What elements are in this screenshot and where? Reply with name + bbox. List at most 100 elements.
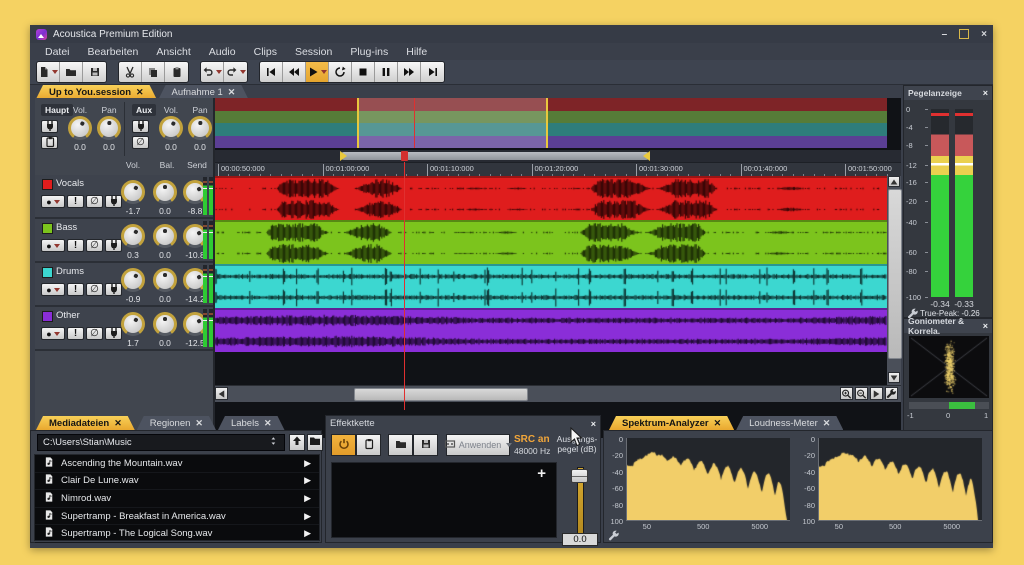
tab-close-icon[interactable]: ✕	[714, 418, 722, 429]
scroll-up-button[interactable]	[888, 176, 900, 187]
file-row[interactable]: Supertramp - Breakfast in America.wav ▶	[35, 508, 319, 526]
output-level-value[interactable]: 0.0	[562, 533, 598, 546]
drums-clip[interactable]	[215, 264, 887, 308]
maximize-button[interactable]	[959, 29, 970, 39]
tab-aufnahme-1[interactable]: Aufnahme 1 ✕	[159, 85, 249, 99]
close-icon[interactable]: ×	[983, 88, 988, 98]
knob[interactable]	[121, 312, 145, 336]
rewind-button[interactable]	[283, 62, 306, 82]
play-button[interactable]	[306, 62, 329, 82]
track-color-swatch[interactable]	[42, 311, 53, 322]
horizontal-scroll-thumb[interactable]	[354, 388, 528, 401]
tab-close-icon[interactable]: ✕	[228, 87, 236, 98]
file-row[interactable]: Ascending the Mountain.wav ▶	[35, 455, 319, 473]
tab-close-icon[interactable]: ✕	[264, 418, 272, 429]
time-ruler[interactable]: 00:00:50:000 00:01:00:000 00:01:10:000 00:0…	[215, 162, 901, 177]
vertical-scrollbar[interactable]	[887, 176, 902, 385]
file-row[interactable]: Nimrod.wav ▶	[35, 490, 319, 508]
master-clipboard-button[interactable]	[41, 136, 58, 149]
effect-chain-area[interactable]: +	[331, 462, 557, 538]
loop-region-bar[interactable]	[340, 152, 650, 160]
close-button[interactable]: ×	[981, 29, 987, 40]
skip-end-button[interactable]	[421, 62, 444, 82]
spinner-icon[interactable]	[270, 435, 279, 450]
menu-hilfe[interactable]: Hilfe	[397, 46, 436, 58]
file-row[interactable]: Clair De Lune.wav ▶	[35, 473, 319, 491]
scroll-right-button[interactable]	[870, 387, 883, 400]
file-row[interactable]: Supertramp - The Logical Song.wav ▶	[35, 525, 319, 543]
vertical-scroll-thumb[interactable]	[888, 189, 902, 359]
preview-play-button[interactable]: ▶	[304, 475, 311, 486]
knob[interactable]	[121, 180, 145, 204]
track-record-button[interactable]: ●	[41, 195, 65, 208]
loop-end-handle[interactable]	[643, 151, 650, 161]
menu-clips[interactable]: Clips	[245, 46, 286, 58]
fx-save-button[interactable]	[413, 434, 438, 456]
track-no-entry-button[interactable]: ∅	[86, 195, 103, 208]
menu-plug-ins[interactable]: Plug-ins	[341, 46, 397, 58]
track-record-button[interactable]: ●	[41, 239, 65, 252]
redo-button[interactable]	[224, 62, 247, 82]
other-clip[interactable]	[215, 308, 887, 352]
aux-no-entry-button[interactable]: ∅	[132, 136, 149, 149]
track-color-swatch[interactable]	[42, 179, 53, 190]
knob[interactable]	[97, 116, 121, 140]
knob[interactable]	[188, 116, 212, 140]
menu-datei[interactable]: Datei	[36, 46, 79, 58]
track-exclaim-button[interactable]: !	[67, 327, 84, 340]
stop-button[interactable]	[352, 62, 375, 82]
menu-session[interactable]: Session	[286, 46, 341, 58]
tab-close-icon[interactable]: ✕	[195, 418, 203, 429]
preview-play-button[interactable]: ▶	[304, 528, 311, 539]
track-no-entry-button[interactable]: ∅	[86, 327, 103, 340]
session-overview[interactable]	[215, 98, 887, 148]
menu-audio[interactable]: Audio	[200, 46, 245, 58]
knob[interactable]	[153, 180, 177, 204]
tab-loudness-meter[interactable]: Loudness-Meter ✕	[736, 416, 843, 430]
close-icon[interactable]: ×	[983, 321, 988, 331]
track-exclaim-button[interactable]: !	[67, 195, 84, 208]
wrench-icon[interactable]	[608, 529, 620, 547]
knob[interactable]	[121, 224, 145, 248]
media-path-select[interactable]: C:\Users\Stian\Music	[37, 434, 285, 451]
zoom-out-button[interactable]	[855, 387, 868, 400]
fx-clipboard-button[interactable]	[356, 434, 381, 456]
bass-clip[interactable]	[215, 220, 887, 264]
knob[interactable]	[121, 268, 145, 292]
playhead-handle[interactable]	[401, 151, 408, 161]
track-record-button[interactable]: ●	[41, 327, 65, 340]
scroll-down-button[interactable]	[888, 372, 900, 383]
wrench-button[interactable]	[885, 387, 898, 400]
tab-close-icon[interactable]: ✕	[136, 87, 144, 98]
pause-button[interactable]	[375, 62, 398, 82]
save-button[interactable]	[83, 62, 106, 82]
track-exclaim-button[interactable]: !	[67, 283, 84, 296]
loop-start-handle[interactable]	[340, 151, 347, 161]
fast-forward-button[interactable]	[398, 62, 421, 82]
menu-bearbeiten[interactable]: Bearbeiten	[79, 46, 148, 58]
apply-effects-button[interactable]: Anwenden	[444, 434, 513, 456]
cut-button[interactable]	[119, 62, 142, 82]
preview-play-button[interactable]: ▶	[304, 458, 311, 469]
preview-play-button[interactable]: ▶	[304, 511, 311, 522]
track-color-swatch[interactable]	[42, 223, 53, 234]
new-file-button[interactable]	[37, 62, 60, 82]
preview-play-button[interactable]: ▶	[304, 493, 311, 504]
tab-close-icon[interactable]: ✕	[114, 418, 122, 429]
track-no-entry-button[interactable]: ∅	[86, 239, 103, 252]
scroll-left-button[interactable]	[215, 387, 228, 400]
close-icon[interactable]: ×	[591, 419, 596, 429]
tab-regionen[interactable]: Regionen ✕	[137, 416, 216, 430]
knob[interactable]	[153, 268, 177, 292]
zoom-in-button[interactable]	[840, 387, 853, 400]
vocals-clip[interactable]	[215, 176, 887, 220]
add-effect-button[interactable]: +	[537, 465, 546, 482]
knob[interactable]	[153, 312, 177, 336]
open-folder-button[interactable]	[60, 62, 83, 82]
track-record-button[interactable]: ●	[41, 283, 65, 296]
tab-mediadateien[interactable]: Mediadateien ✕	[36, 416, 135, 430]
horizontal-scrollbar[interactable]	[215, 385, 901, 402]
master-plug-button[interactable]	[41, 120, 58, 133]
loop-row[interactable]	[215, 150, 901, 162]
paste-button[interactable]	[165, 62, 188, 82]
